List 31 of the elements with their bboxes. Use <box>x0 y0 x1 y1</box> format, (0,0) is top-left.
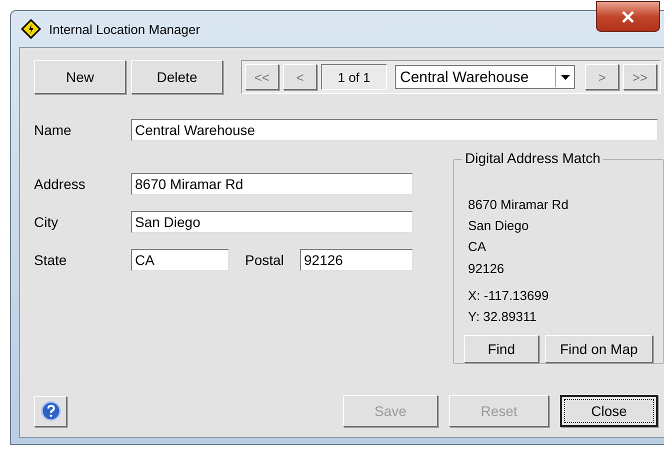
help-button[interactable] <box>34 396 67 426</box>
help-icon <box>40 401 60 421</box>
address-field[interactable]: 8670 Miramar Rd <box>131 173 413 195</box>
field-label: Name <box>34 122 72 138</box>
group-title: Digital Address Match <box>462 150 604 166</box>
close-window-button[interactable] <box>596 1 660 32</box>
field-label: City <box>34 214 60 230</box>
matched-address-line: 8670 Miramar Rd <box>468 196 570 214</box>
matched-address-line: CA <box>468 238 488 256</box>
x-coordinate: X: -117.13699 <box>468 286 550 305</box>
city-field[interactable]: San Diego <box>131 211 413 233</box>
field-label: Address <box>34 176 86 192</box>
postal-field[interactable]: 92126 <box>300 249 413 271</box>
record-dropdown[interactable]: Central Warehouse <box>395 65 575 89</box>
delete-button[interactable]: Delete <box>131 60 223 94</box>
state-field[interactable]: CA <box>131 249 229 271</box>
find-button[interactable]: Find <box>464 335 539 364</box>
field-label: Postal <box>245 252 285 268</box>
matched-address-line: 92126 <box>468 260 506 278</box>
window-title: Internal Location Manager <box>49 22 200 36</box>
name-field[interactable]: Central Warehouse <box>131 119 658 141</box>
y-coordinate: Y: 32.89311 <box>468 308 538 326</box>
new-button[interactable]: New <box>34 60 126 94</box>
find-on-map-button[interactable]: Find on Map <box>544 335 653 364</box>
close-icon <box>621 10 635 22</box>
field-label: State <box>34 252 68 268</box>
app-icon <box>21 19 41 39</box>
record-position: 1 of 1 <box>321 64 387 90</box>
matched-address-line: San Diego <box>468 217 530 236</box>
close-button[interactable]: Close <box>560 395 658 427</box>
dropdown-caret-icon <box>560 74 570 80</box>
